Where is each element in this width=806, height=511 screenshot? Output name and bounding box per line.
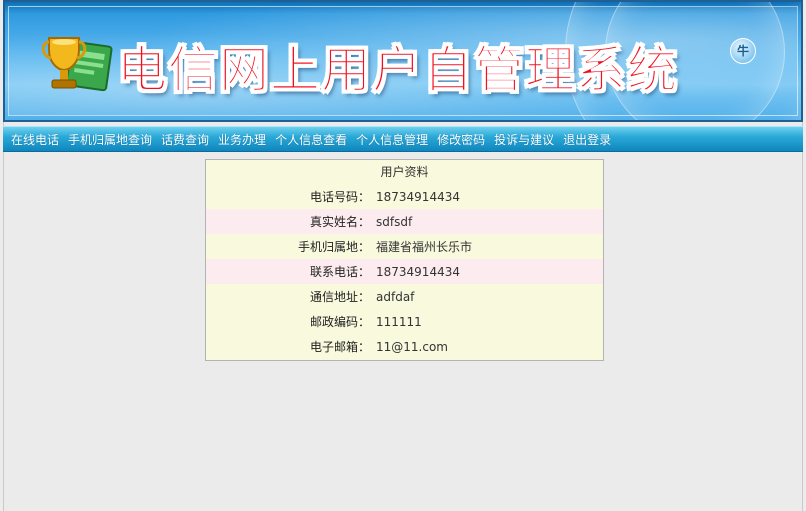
row-value: 18734914434: [376, 264, 460, 279]
nav-item-phone-location-query[interactable]: 手机归属地查询: [68, 131, 152, 148]
user-profile-table: 用户资料 电话号码： 18734914434 真实姓名： sdfsdf 手机归属…: [205, 159, 604, 361]
profile-row-name: 真实姓名： sdfsdf: [206, 209, 603, 234]
header-banner: 电信网上用户自管理系统 牛: [3, 0, 803, 122]
row-value: 11@11.com: [376, 339, 448, 354]
row-label: 手机归属地：: [297, 240, 370, 254]
profile-row-address: 通信地址： adfdaf: [206, 284, 603, 309]
profile-title: 用户资料: [380, 165, 429, 179]
row-value: adfdaf: [376, 289, 415, 304]
profile-row-postcode: 邮政编码： 111111: [206, 309, 603, 334]
row-value: 111111: [376, 314, 422, 329]
nav-item-profile-view[interactable]: 个人信息查看: [275, 131, 347, 148]
nav-item-profile-manage[interactable]: 个人信息管理: [356, 131, 428, 148]
nav-item-service-handling[interactable]: 业务办理: [218, 131, 266, 148]
row-label: 邮政编码：: [309, 315, 370, 329]
profile-row-phone: 电话号码： 18734914434: [206, 184, 603, 209]
profile-row-contact-phone: 联系电话： 18734914434: [206, 259, 603, 284]
main-nav: 在线电话 手机归属地查询 话费查询 业务办理 个人信息查看 个人信息管理 修改密…: [3, 126, 803, 152]
logo-badge: 牛: [730, 38, 756, 64]
nav-item-logout[interactable]: 退出登录: [563, 131, 611, 148]
nav-item-online-call[interactable]: 在线电话: [11, 131, 59, 148]
system-title: 电信网上用户自管理系统: [117, 41, 678, 100]
row-label: 通信地址：: [309, 290, 370, 304]
row-value: sdfsdf: [376, 214, 413, 229]
nav-item-change-password[interactable]: 修改密码: [437, 131, 485, 148]
profile-row-location: 手机归属地： 福建省福州长乐市: [206, 234, 603, 259]
nav-item-complaints[interactable]: 投诉与建议: [494, 131, 554, 148]
row-label: 电子邮箱：: [309, 340, 370, 354]
row-value: 18734914434: [376, 189, 460, 204]
row-label: 联系电话：: [309, 265, 370, 279]
profile-row-email: 电子邮箱： 11@11.com: [206, 334, 603, 359]
row-value: 福建省福州长乐市: [376, 240, 473, 254]
row-label: 真实姓名：: [309, 215, 370, 229]
nav-item-bill-query[interactable]: 话费查询: [161, 131, 209, 148]
row-label: 电话号码：: [309, 190, 370, 204]
trophy-icon: [41, 37, 113, 92]
